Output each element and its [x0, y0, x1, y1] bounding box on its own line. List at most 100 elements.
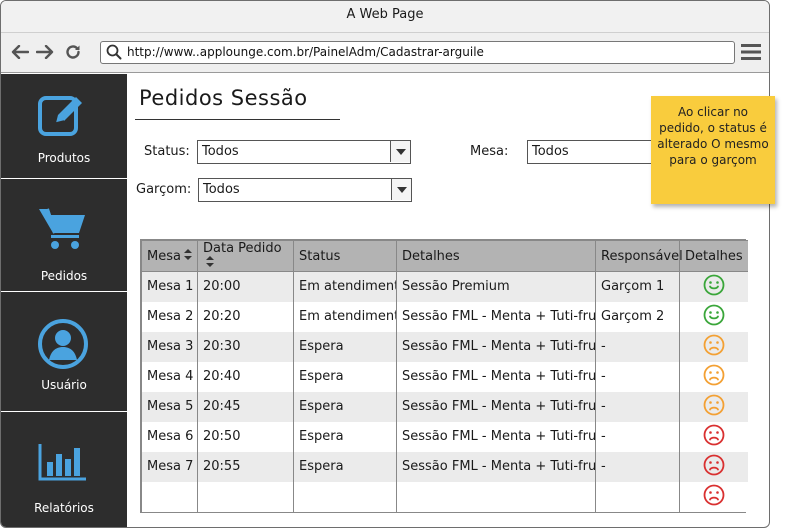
smiley-sad-icon [703, 424, 725, 450]
cell-data-pedido [197, 481, 294, 512]
cell-data-pedido: 20:55 [197, 451, 294, 482]
cell-responsavel: Garçom 1 [595, 271, 680, 302]
table-row[interactable]: Mesa 4 20:40 Espera Sessão FML - Menta + Tu… [141, 361, 748, 392]
cell-detalhes: Sessão FML - Menta + Tuti-fruti [396, 391, 596, 422]
cell-data-pedido: 20:00 [197, 271, 294, 302]
sidebar-item-label: Produtos [37, 151, 91, 165]
refresh-icon[interactable] [63, 42, 83, 62]
chevron-down-icon [390, 141, 410, 162]
orders-table: Mesa Data Pedido Status Detalhes Respons… [140, 239, 748, 513]
sort-icon[interactable] [183, 248, 192, 264]
cell-detalhes: Sessão Premium [396, 271, 596, 302]
column-header-status: Status [293, 240, 397, 272]
table-row[interactable]: Mesa 1 20:00 Em atendimento Sessão Premium G… [141, 271, 748, 302]
sidebar-item-label: Pedidos [40, 269, 88, 283]
cell-mesa: Mesa 2 [141, 301, 198, 332]
table-row[interactable]: Mesa 5 20:45 Espera Sessão FML - Menta + Tu… [141, 391, 748, 422]
table-row[interactable]: Mesa 3 20:30 Espera Sessão FML - Menta + Tu… [141, 331, 748, 362]
sidebar-item-label: Relatórios [34, 501, 94, 515]
cell-mesa: Mesa 6 [141, 421, 198, 452]
cell-mesa: Mesa 7 [141, 451, 198, 482]
cell-detalhes: Sessão FML - Menta + Tuti-fruti [396, 301, 596, 332]
cell-detalhes: Sessão FML - Menta + Tuti-fruti [396, 451, 596, 482]
cell-responsavel [595, 481, 680, 512]
cell-data-pedido: 20:50 [197, 421, 294, 452]
cell-status: Espera [293, 451, 397, 482]
cell-detalhes: Sessão FML - Menta + Tuti-fruti [396, 421, 596, 452]
cart-icon [37, 205, 89, 255]
garcom-select[interactable]: Todos [198, 178, 412, 202]
cell-data-pedido: 20:20 [197, 301, 294, 332]
status-select[interactable]: Todos [197, 140, 411, 164]
smiley-sad-icon [703, 394, 725, 420]
column-header-data-pedido[interactable]: Data Pedido [197, 240, 294, 272]
smiley-happy-icon [703, 274, 725, 300]
cell-status: Espera [293, 331, 397, 362]
mesa-select[interactable]: Todos [527, 140, 667, 164]
smiley-sad-icon [703, 484, 725, 510]
column-header-detalhes-icon: Detalhes [679, 240, 748, 272]
edit-icon [37, 93, 89, 141]
column-header-mesa[interactable]: Mesa [141, 240, 198, 272]
cell-data-pedido: 20:30 [197, 331, 294, 362]
cell-mesa: Mesa 4 [141, 361, 198, 392]
cell-mesa: Mesa 1 [141, 271, 198, 302]
cell-detalhes: Sessão FML - Menta + Tuti-fruti [396, 331, 596, 362]
smiley-sad-icon [703, 334, 725, 360]
table-row[interactable]: Mesa 7 20:55 Espera Sessão FML - Menta + Tu… [141, 451, 748, 482]
cell-responsavel: - [595, 391, 680, 422]
smiley-sad-icon [703, 364, 725, 390]
sticky-note: Ao clicar no pedido, o status é alterado… [651, 96, 775, 204]
cell-detalhes [396, 481, 596, 512]
sidebar-item-label: Usuário [41, 378, 87, 392]
sidebar: Produtos Pedidos Usuário Relatórios [1, 74, 127, 527]
sidebar-item-relatorios[interactable]: Relatórios [1, 412, 127, 527]
cell-mesa: Mesa 3 [141, 331, 198, 362]
garcom-label: Garçom: [136, 182, 192, 197]
bar-chart-icon [37, 442, 89, 486]
url-text: http://www..applounge.com.br/PainelAdm/C… [127, 45, 484, 59]
cell-status: Em atendimento [293, 301, 397, 332]
cell-responsavel: Garçom 2 [595, 301, 680, 332]
window-title: A Web Page [1, 1, 769, 33]
status-label: Status: [144, 144, 190, 159]
cell-status: Espera [293, 421, 397, 452]
cell-status: Espera [293, 391, 397, 422]
mesa-label: Mesa: [470, 144, 509, 159]
cell-responsavel: - [595, 361, 680, 392]
cell-detalhes: Sessão FML - Menta + Tuti-fruti [396, 361, 596, 392]
cell-status: Espera [293, 361, 397, 392]
cell-status [293, 481, 397, 512]
hamburger-menu-icon[interactable] [741, 43, 761, 61]
cell-responsavel: - [595, 421, 680, 452]
page-title: Pedidos Sessão [139, 86, 308, 110]
cell-responsavel: - [595, 331, 680, 362]
forward-arrow-icon[interactable] [35, 42, 55, 62]
back-arrow-icon[interactable] [10, 42, 30, 62]
cell-responsavel: - [595, 451, 680, 482]
chevron-down-icon [391, 179, 411, 200]
cell-status: Em atendimento [293, 271, 397, 302]
sidebar-item-produtos[interactable]: Produtos [1, 74, 127, 179]
table-header-row: Mesa Data Pedido Status Detalhes Respons… [141, 240, 748, 272]
sidebar-item-usuario[interactable]: Usuário [1, 292, 127, 412]
browser-window: A Web Page http://www..applounge.com.br/… [0, 0, 770, 528]
search-icon [106, 44, 122, 63]
smiley-sad-icon [703, 454, 725, 480]
cell-data-pedido: 20:40 [197, 361, 294, 392]
table-row[interactable]: Mesa 2 20:20 Em atendimento Sessão FML - Me… [141, 301, 748, 332]
column-header-detalhes: Detalhes [396, 240, 596, 272]
browser-navbar: http://www..applounge.com.br/PainelAdm/C… [1, 33, 769, 73]
cell-mesa [141, 481, 198, 512]
title-underline [135, 119, 340, 120]
column-header-responsavel: Responsável [595, 240, 683, 272]
smiley-happy-icon [703, 304, 725, 330]
sidebar-item-pedidos[interactable]: Pedidos [1, 179, 127, 292]
sort-icon[interactable] [206, 256, 214, 271]
table-row[interactable]: Mesa 6 20:50 Espera Sessão FML - Menta + Tu… [141, 421, 748, 452]
mesa-select-value: Todos [532, 144, 569, 159]
url-field[interactable]: http://www..applounge.com.br/PainelAdm/C… [100, 41, 735, 64]
cell-mesa: Mesa 5 [141, 391, 198, 422]
user-icon [37, 318, 89, 374]
table-row[interactable] [141, 481, 748, 512]
